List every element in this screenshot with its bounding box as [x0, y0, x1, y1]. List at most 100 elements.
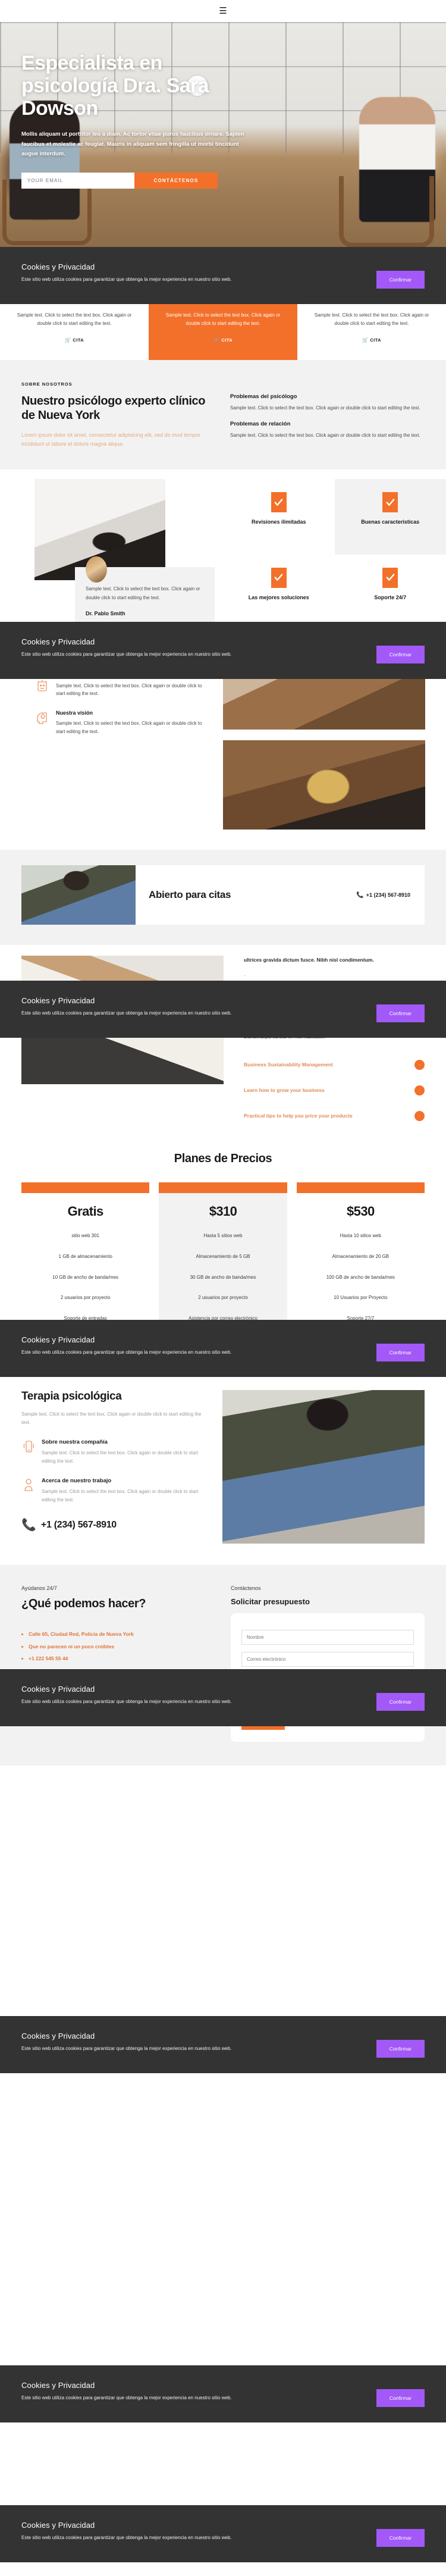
cookie-confirm-button[interactable]: Confirmar — [376, 1004, 425, 1022]
notes-section: ultrices gravida dictum fusce. Nibh nisl… — [0, 945, 446, 1143]
testimonial-block: Sample text. Click to select the text bo… — [0, 479, 223, 630]
cookie-banner-text: Cookies y Privacidad Este sitio web util… — [21, 1335, 232, 1357]
accordion-item-sustainability[interactable]: Business Sustainability Management + — [244, 1059, 425, 1070]
cookie-confirm-button[interactable]: Confirmar — [376, 2529, 425, 2547]
cookie-banner-title: Cookies y Privacidad — [21, 996, 95, 1005]
plan-accent-bar — [296, 1182, 425, 1193]
cookie-banner-text: Cookies y Privacidad Este sitio web util… — [21, 996, 232, 1018]
check-icon — [382, 492, 398, 512]
service-card-cta-label: CITA — [73, 337, 84, 343]
dash: - — [244, 972, 246, 978]
plus-icon[interactable]: + — [414, 1110, 425, 1121]
service-card-cta[interactable]: 🛒 CITA — [213, 337, 233, 343]
notes-lead: ultrices gravida dictum fusce. Nibh nisl… — [244, 957, 374, 963]
contact-section: Ayúdanos 24/7 ¿Qué podemos hacer? Calle … — [0, 1564, 446, 1766]
phone-icon: 📞 — [21, 1519, 36, 1532]
list-item: Hasta 10 sitios web — [340, 1232, 381, 1238]
service-card-text: Sample text. Click to select the text bo… — [314, 312, 429, 326]
contact-form-kicker: Contáctenos — [231, 1585, 261, 1591]
contact-title: ¿Qué podemos hacer? — [21, 1597, 146, 1610]
cookie-banner-title: Cookies y Privacidad — [21, 1685, 95, 1694]
feature-label: Las mejores soluciones — [248, 594, 309, 600]
mobile-signal-icon — [21, 1439, 36, 1466]
about-item-text: Sample text. Click to select the text bo… — [230, 433, 420, 439]
plus-icon[interactable]: + — [414, 1085, 425, 1095]
service-card-cta[interactable]: 🛒 CITA — [362, 337, 381, 343]
testimonial-author: Dr. Pablo Smith — [86, 611, 125, 617]
cookie-banner-text: Cookies y Privacidad Este sitio web util… — [21, 2521, 232, 2542]
cookie-banner-title: Cookies y Privacidad — [21, 262, 95, 271]
therapy-item-text: Sample text. Click to select the text bo… — [42, 1450, 199, 1464]
appointment-title: Abierto para citas — [149, 888, 231, 900]
feature-cell: Buenas caracteristicas — [334, 479, 446, 555]
service-card-cta[interactable]: 🛒 CITA — [65, 337, 84, 343]
cookie-banner-text: Cookies y Privacidad Este sitio web util… — [21, 1685, 232, 1706]
service-card-text: Sample text. Click to select the text bo… — [17, 312, 132, 326]
plan-accent-bar — [159, 1182, 287, 1193]
list-item: 10 GB de ancho de banda/mes — [52, 1274, 119, 1280]
cookie-confirm-button[interactable]: Confirmar — [376, 271, 425, 289]
feature-label: Buenas caracteristicas — [361, 519, 420, 525]
plus-icon[interactable]: + — [414, 1059, 425, 1070]
therapy-title: Terapia psicológica — [21, 1389, 122, 1403]
about-item: Problemas del psicólogo Sample text. Cli… — [230, 393, 425, 412]
therapy-phone-number: +1 (234) 567-8910 — [40, 1520, 117, 1530]
about-section: SOBRE NOSOTROS Nuestro psicólogo experto… — [0, 359, 446, 469]
appointment-photo — [21, 865, 136, 925]
cookie-banner-message: Este sitio web utiliza cookies para gara… — [21, 2535, 232, 2540]
list-item: Hasta 5 sitios web — [203, 1232, 243, 1238]
list-item: Que no parecen ni un poco creíbles — [29, 1644, 215, 1649]
list-item: 2 usuarios por proyecto — [198, 1295, 248, 1301]
accordion-item-grow-business[interactable]: Learn how to grow your business + — [244, 1085, 425, 1095]
service-card-text: Sample text. Click to select the text bo… — [165, 312, 281, 326]
mission-item: Nuestra visión Sample text. Click to sel… — [34, 710, 208, 736]
sad-woman-photo — [222, 1389, 425, 1544]
appointment-phone[interactable]: 📞 +1 (234) 567-8910 — [356, 892, 410, 899]
plan-accent-bar — [21, 1182, 150, 1193]
cookie-banner-text: Cookies y Privacidad Este sitio web util… — [21, 262, 232, 284]
contact-kicker: Ayúdanos 24/7 — [21, 1585, 57, 1591]
cart-icon: 🛒 — [65, 337, 71, 343]
about-right: Problemas del psicólogo Sample text. Cli… — [230, 381, 425, 450]
mission-item-body: Sample text. Click to select the text bo… — [56, 678, 208, 699]
hamburger-menu-icon[interactable]: ☰ — [219, 7, 227, 15]
cookie-banner: Cookies y Privacidad Este sitio web util… — [0, 1669, 446, 1726]
feature-cell: Soporte 24/7 — [335, 555, 446, 630]
hero-email-input[interactable] — [21, 173, 134, 189]
therapy-item-body: Sobre nuestra compañía Sample text. Clic… — [42, 1439, 207, 1466]
cookie-banner: Cookies y Privacidad Este sitio web util… — [0, 2505, 446, 2562]
appointment-card: Abierto para citas 📞 +1 (234) 567-8910 — [21, 865, 425, 925]
cookie-banner-message: Este sitio web utiliza cookies para gara… — [21, 652, 232, 657]
accordion-label: Practical tips to help you price your pr… — [244, 1113, 353, 1119]
cookie-banner-message: Este sitio web utiliza cookies para gara… — [21, 1010, 232, 1016]
plan-feature-list: Hasta 10 sitios web Almacenamiento de 20… — [306, 1232, 415, 1323]
cookie-banner-text: Cookies y Privacidad Este sitio web util… — [21, 637, 232, 659]
cookie-banner-title: Cookies y Privacidad — [21, 2032, 95, 2040]
plan-feature-list: sitio web 301 1 GB de almacenamiento 10 … — [31, 1232, 140, 1323]
cookie-banner: Cookies y Privacidad Este sitio web util… — [0, 1320, 446, 1377]
list-item: +1 222 545 55 44 — [29, 1655, 215, 1661]
about-left: SOBRE NOSOTROS Nuestro psicólogo experto… — [21, 381, 216, 450]
hero-subtitle: Mollis aliquam ut porttitor leo a diam. … — [21, 131, 244, 158]
cookie-confirm-button[interactable]: Confirmar — [376, 1693, 425, 1711]
hero-contact-button[interactable]: CONTÁCTENOS — [134, 173, 218, 189]
about-item-title: Problemas de relación — [230, 421, 291, 428]
cookie-confirm-button[interactable]: Confirmar — [376, 646, 425, 663]
cookie-confirm-button[interactable]: Confirmar — [376, 2040, 425, 2058]
smiling-face-icon — [34, 678, 50, 694]
therapy-item-text: Sample text. Click to select the text bo… — [42, 1488, 199, 1503]
cookie-confirm-button[interactable]: Confirmar — [376, 2389, 425, 2407]
about-lede: Lorem ipsum dolor sit amet, consectetur … — [21, 431, 201, 447]
about-item-text: Sample text. Click to select the text bo… — [230, 405, 420, 411]
head-lightbulb-icon — [34, 710, 50, 725]
contact-email-input[interactable] — [241, 1651, 414, 1667]
accordion-item-pricing-tips[interactable]: Practical tips to help you price your pr… — [244, 1110, 425, 1121]
cart-icon: 🛒 — [362, 337, 369, 343]
therapy-item-title: Sobre nuestra compañía — [42, 1439, 108, 1446]
therapy-right — [222, 1389, 425, 1544]
contact-name-input[interactable] — [241, 1629, 414, 1645]
avatar — [86, 556, 107, 583]
list-item: 2 usuarios por proyecto — [60, 1295, 111, 1301]
therapy-phone[interactable]: 📞 +1 (234) 567-8910 — [21, 1519, 207, 1531]
cookie-confirm-button[interactable]: Confirmar — [376, 1344, 425, 1361]
